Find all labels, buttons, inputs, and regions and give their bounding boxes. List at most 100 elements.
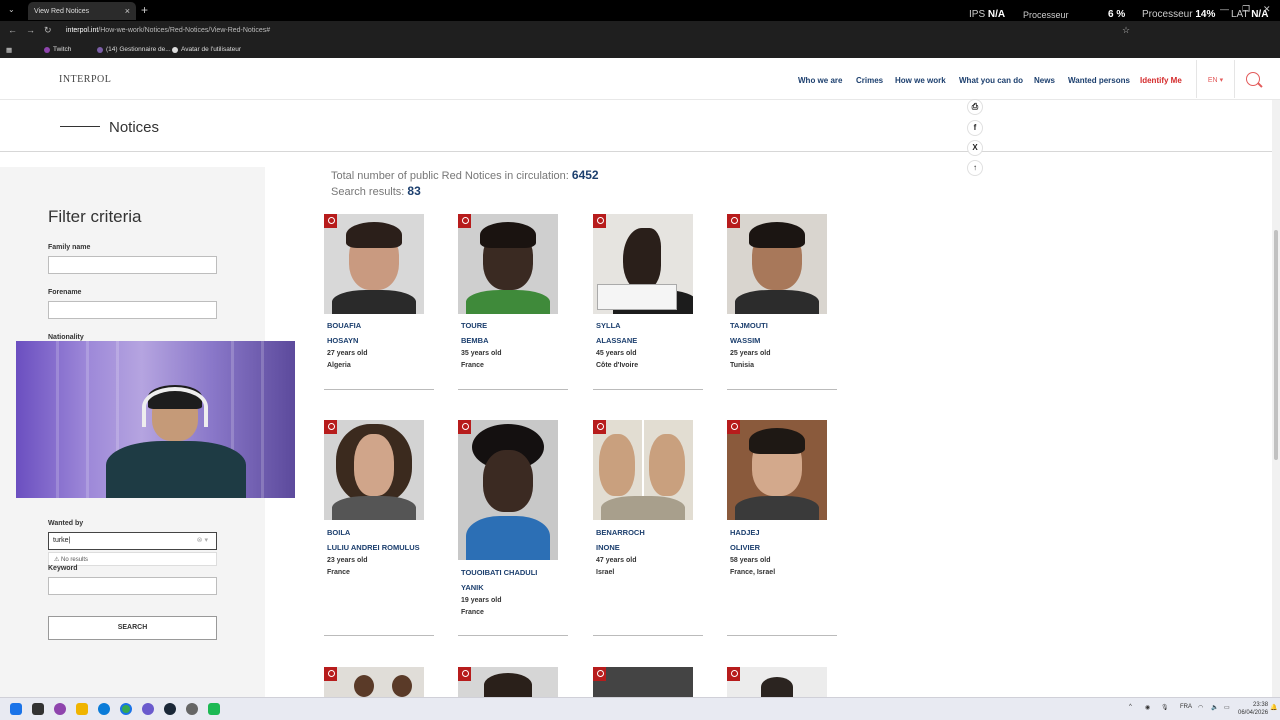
system-clock[interactable]: 23:38 06/04/2026	[1238, 701, 1268, 717]
red-notice-badge-icon	[593, 667, 606, 681]
search-button[interactable]: SEARCH	[48, 616, 217, 640]
browser-tab[interactable]: View Red Notices ×	[28, 2, 136, 20]
notice-first-name[interactable]: LULIU ANDREI ROMULUS	[327, 543, 420, 552]
tab-close-icon[interactable]: ×	[125, 6, 130, 16]
scrollbar-thumb[interactable]	[1274, 230, 1278, 460]
notice-first-name[interactable]: INONE	[596, 543, 620, 552]
nav-wanted-persons[interactable]: Wanted persons	[1068, 76, 1130, 85]
notice-age: 25 years old	[730, 350, 771, 357]
settings-icon[interactable]	[186, 703, 198, 715]
copilot-icon[interactable]	[54, 703, 66, 715]
notice-last-name[interactable]: TOURE	[461, 321, 487, 330]
tray-chevron-icon[interactable]: ^	[1129, 704, 1132, 710]
notice-first-name[interactable]: OLIVIER	[730, 543, 760, 552]
back-icon[interactable]: ←	[8, 25, 17, 35]
nav-what-you-can-do[interactable]: What you can do	[959, 76, 1023, 85]
notifications-icon[interactable]: 🔔	[1270, 704, 1277, 711]
notice-card[interactable]: BOUAFIA HOSAYN 27 years old Algeria	[324, 214, 434, 392]
app-icon[interactable]	[208, 703, 220, 715]
notice-last-name[interactable]: BENARROCH	[596, 528, 645, 537]
windows-start-icon[interactable]	[10, 703, 22, 715]
keyword-input[interactable]	[48, 577, 217, 595]
notice-card[interactable]: TOURE BEMBA 35 years old France	[458, 214, 568, 392]
reload-icon[interactable]: ↻	[44, 25, 52, 36]
maximize-icon[interactable]: ❐	[1242, 4, 1250, 15]
notice-photo[interactable]	[324, 667, 424, 697]
notice-card[interactable]: SYLLA ALASSANE 45 years old Côte d'Ivoir…	[593, 214, 703, 392]
family-name-input[interactable]	[48, 256, 217, 274]
notice-first-name[interactable]: WASSIM	[730, 336, 760, 345]
back-to-top-icon[interactable]: ↑	[967, 160, 983, 176]
notice-photo[interactable]	[727, 420, 827, 520]
task-view-icon[interactable]	[32, 703, 44, 715]
language-selector[interactable]: EN ▾	[1196, 60, 1235, 98]
edge-icon[interactable]	[98, 703, 110, 715]
close-window-icon[interactable]: ✕	[1263, 4, 1271, 15]
url-field[interactable]: interpol.int/How-we-work/Notices/Red-Not…	[66, 27, 270, 34]
volume-icon[interactable]: 🔈	[1211, 704, 1218, 711]
print-icon[interactable]: ⎙	[967, 99, 983, 115]
notice-card[interactable]: BOILA LULIU ANDREI ROMULUS 23 years old …	[324, 420, 434, 640]
chrome-icon[interactable]	[120, 703, 132, 715]
notice-photo[interactable]	[593, 214, 693, 314]
file-explorer-icon[interactable]	[76, 703, 88, 715]
nav-how-we-work[interactable]: How we work	[895, 76, 946, 85]
notice-photo[interactable]	[593, 667, 693, 697]
notice-age: 19 years old	[461, 597, 502, 604]
clear-input-icon[interactable]: ⊗ ▾	[197, 536, 208, 544]
forename-input[interactable]	[48, 301, 217, 319]
x-share-icon[interactable]: X	[967, 140, 983, 156]
notice-last-name[interactable]: SYLLA	[596, 321, 621, 330]
facebook-icon[interactable]: f	[967, 120, 983, 136]
notice-first-name[interactable]: HOSAYN	[327, 336, 358, 345]
notice-last-name[interactable]: TAJMOUTI	[730, 321, 768, 330]
notice-last-name[interactable]: BOUAFIA	[327, 321, 361, 330]
nav-identify-me[interactable]: Identify Me	[1140, 76, 1182, 85]
notice-last-name[interactable]: TOUOIBATI CHADULI	[461, 568, 537, 577]
microphone-icon[interactable]: 🎙	[1161, 704, 1169, 711]
notice-first-name[interactable]: ALASSANE	[596, 336, 637, 345]
language-indicator[interactable]: FRA	[1180, 704, 1192, 710]
interpol-logo[interactable]: INTERPOL	[59, 74, 111, 85]
photo-hair	[484, 673, 532, 697]
notice-photo[interactable]	[593, 420, 693, 520]
notice-card[interactable]: BENARROCH INONE 47 years old Israel	[593, 420, 703, 640]
title-divider	[60, 126, 100, 127]
bookmark-twitch[interactable]: Twitch	[44, 46, 71, 53]
battery-icon[interactable]: ▭	[1224, 704, 1230, 711]
apps-icon[interactable]: ▦	[6, 46, 12, 54]
bookmark-star-icon[interactable]: ☆	[1122, 25, 1130, 36]
page-title: Notices	[109, 119, 160, 136]
steam-icon[interactable]	[164, 703, 176, 715]
notice-photo[interactable]	[458, 667, 558, 697]
search-icon[interactable]	[1246, 72, 1260, 86]
notice-photo[interactable]	[324, 420, 424, 520]
tab-list-chevron-icon[interactable]: ⌄	[8, 5, 15, 14]
tray-app-icon[interactable]: ◉	[1145, 704, 1150, 711]
forward-icon[interactable]: →	[26, 25, 35, 35]
notice-photo[interactable]	[458, 420, 558, 560]
keyword-label: Keyword	[48, 565, 78, 572]
notice-card[interactable]: TOUOIBATI CHADULI YANIK 19 years old Fra…	[458, 420, 568, 640]
notice-first-name[interactable]: YANIK	[461, 583, 484, 592]
notice-card[interactable]: HADJEJ OLIVIER 58 years old France, Isra…	[727, 420, 837, 640]
notice-photo[interactable]	[324, 214, 424, 314]
notice-photo[interactable]	[727, 214, 827, 314]
new-tab-button[interactable]: +	[141, 3, 148, 17]
notice-photo[interactable]	[458, 214, 558, 314]
minimize-icon[interactable]: —	[1220, 4, 1229, 14]
wanted-by-input[interactable]: turke| ⊗ ▾	[48, 532, 217, 550]
notice-last-name[interactable]: HADJEJ	[730, 528, 760, 537]
wifi-icon[interactable]: ◠	[1198, 704, 1203, 711]
notice-last-name[interactable]: BOILA	[327, 528, 350, 537]
nav-news[interactable]: News	[1034, 76, 1055, 85]
nav-crimes[interactable]: Crimes	[856, 76, 883, 85]
notice-first-name[interactable]: BEMBA	[461, 336, 489, 345]
bookmark-avatar[interactable]: Avatar de l'utilisateur	[172, 46, 241, 53]
app-icon[interactable]	[142, 703, 154, 715]
notice-card[interactable]: TAJMOUTI WASSIM 25 years old Tunisia	[727, 214, 837, 392]
bookmark-gestionnaire[interactable]: (14) Gestionnaire de...	[97, 46, 171, 53]
notice-nationality: France	[461, 362, 484, 369]
notice-photo[interactable]	[727, 667, 827, 697]
nav-who-we-are[interactable]: Who we are	[798, 76, 842, 85]
